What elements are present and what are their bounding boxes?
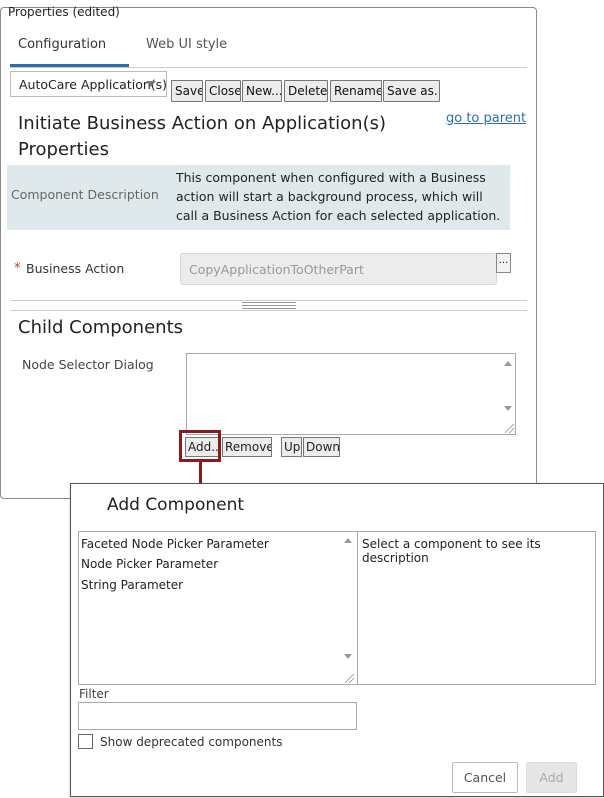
save-as-button[interactable]: Save as... (383, 80, 440, 102)
business-action-label: Business Action (26, 261, 125, 276)
required-marker: * (14, 261, 21, 276)
tab-web-ui-style[interactable]: Web UI style (146, 37, 227, 52)
new-button[interactable]: New... (242, 80, 282, 102)
go-to-parent-link[interactable]: go to parent (446, 111, 526, 126)
tab-configuration[interactable]: Configuration (18, 37, 106, 52)
component-selector[interactable]: AutoCare Application(s) (10, 71, 167, 97)
delete-button[interactable]: Delete (284, 80, 328, 102)
add-button-highlight (179, 430, 221, 462)
scroll-down-icon[interactable] (504, 406, 512, 411)
business-action-browse-button[interactable]: ... (496, 253, 511, 273)
move-down-button[interactable]: Down (303, 437, 340, 457)
save-button[interactable]: Save (171, 80, 203, 102)
child-components-list[interactable] (186, 353, 516, 435)
resize-grip-icon[interactable] (345, 674, 354, 683)
properties-subheading: Properties (18, 139, 109, 160)
scroll-down-icon[interactable] (344, 654, 352, 659)
window-title: Properties (edited) (8, 5, 120, 19)
cancel-button[interactable]: Cancel (452, 762, 518, 793)
add-button[interactable]: Add (526, 762, 577, 793)
show-deprecated-label[interactable]: Show deprecated components (100, 735, 282, 749)
component-list[interactable] (78, 531, 358, 685)
scroll-up-icon[interactable] (504, 361, 512, 366)
tab-divider (10, 67, 527, 68)
splitter-line-top (10, 300, 527, 301)
node-selector-dialog-label: Node Selector Dialog (22, 357, 154, 372)
splitter-line-bottom (10, 310, 527, 311)
component-description-text: This component when configured with a Bu… (176, 170, 501, 223)
close-button[interactable]: Close (205, 80, 241, 102)
show-deprecated-checkbox[interactable] (78, 734, 93, 749)
list-item[interactable]: String Parameter (81, 578, 183, 592)
move-up-button[interactable]: Up (281, 437, 302, 457)
dialog-title: Add Component (107, 495, 245, 515)
list-item[interactable]: Node Picker Parameter (81, 557, 218, 571)
filter-label: Filter (79, 687, 109, 701)
component-heading: Initiate Business Action on Application(… (18, 113, 386, 134)
component-description-placeholder: Select a component to see its descriptio… (362, 537, 541, 565)
child-components-heading: Child Components (18, 317, 184, 338)
filter-input[interactable] (78, 702, 357, 730)
chevron-down-icon[interactable] (146, 81, 156, 87)
resize-grip-icon[interactable] (505, 424, 514, 433)
business-action-field: CopyApplicationToOtherPart (180, 253, 497, 285)
rename-button[interactable]: Rename (330, 80, 382, 102)
scroll-up-icon[interactable] (344, 538, 352, 543)
list-item[interactable]: Faceted Node Picker Parameter (81, 537, 269, 551)
remove-child-button[interactable]: Remove (222, 437, 272, 457)
component-description-label: Component Description (11, 187, 159, 202)
splitter-handle[interactable] (242, 302, 296, 309)
